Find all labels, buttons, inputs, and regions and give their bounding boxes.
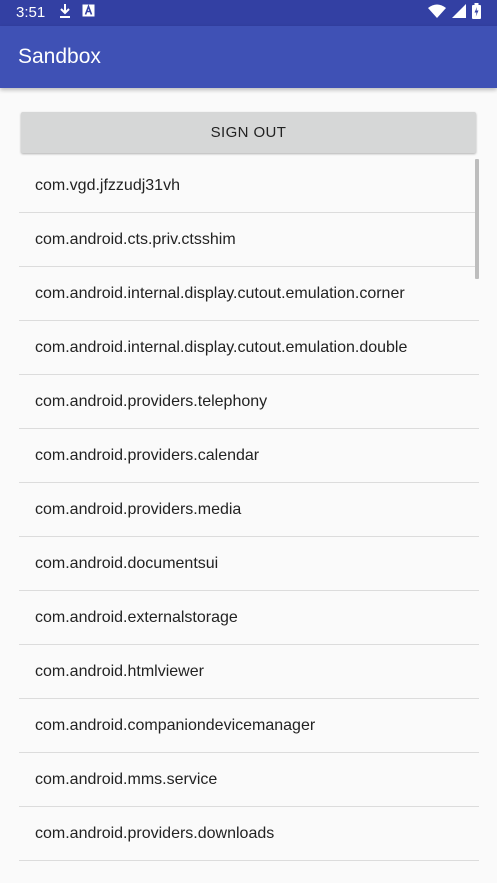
battery-icon: [472, 2, 481, 24]
list-item[interactable]: com.android.htmlviewer: [19, 645, 479, 699]
list-item[interactable]: com.android.externalstorage: [19, 591, 479, 645]
list-item[interactable]: com.android.mms.service: [19, 753, 479, 807]
package-name: com.vgd.jfzzudj31vh: [35, 176, 180, 194]
package-name: com.android.internal.display.cutout.emul…: [35, 338, 408, 356]
signal-icon: [452, 3, 466, 23]
status-notification-icons: [58, 3, 95, 24]
status-time: 3:51: [16, 4, 46, 21]
wifi-icon: [428, 4, 446, 23]
list-item[interactable]: com.android.internal.display.cutout.emul…: [19, 267, 479, 321]
list-item[interactable]: com.android.providers.telephony: [19, 375, 479, 429]
package-name: com.android.internal.display.cutout.emul…: [35, 284, 405, 302]
list-item[interactable]: com.android.cts.priv.ctsshim: [19, 213, 479, 267]
app-bar: Sandbox: [0, 26, 497, 88]
list-item[interactable]: com.android.documentsui: [19, 537, 479, 591]
list-item[interactable]: com.android.providers.calendar: [19, 429, 479, 483]
package-name: com.android.documentsui: [35, 554, 219, 572]
list-item[interactable]: com.android.companiondevicemanager: [19, 699, 479, 753]
list-item[interactable]: com.android.internal.display.cutout.emul…: [19, 321, 479, 375]
package-list[interactable]: com.vgd.jfzzudj31vh com.android.cts.priv.…: [19, 159, 479, 883]
package-name: com.android.companiondevicemanager: [35, 716, 316, 734]
list-item[interactable]: com.android.providers.media: [19, 483, 479, 537]
app-title: Sandbox: [18, 45, 101, 68]
status-system-icons: [428, 2, 481, 24]
a-badge-icon: [82, 4, 95, 22]
sign-out-button[interactable]: SIGN OUT: [21, 112, 476, 153]
package-name: com.android.htmlviewer: [35, 662, 204, 680]
status-bar: 3:51: [0, 0, 497, 26]
package-name: com.android.mms.service: [35, 770, 218, 788]
list-scrollbar[interactable]: [475, 159, 479, 279]
package-name: com.android.cts.priv.ctsshim: [35, 230, 236, 248]
package-name: com.android.externalstorage: [35, 608, 238, 626]
download-icon: [58, 3, 72, 24]
package-name: com.android.providers.downloads: [35, 824, 275, 842]
package-name: com.android.providers.calendar: [35, 446, 260, 464]
package-name: com.android.providers.telephony: [35, 392, 268, 410]
list-item[interactable]: com.android.providers.downloads: [19, 807, 479, 861]
package-name: com.android.providers.media: [35, 500, 242, 518]
list-item[interactable]: com.vgd.jfzzudj31vh: [19, 159, 479, 213]
